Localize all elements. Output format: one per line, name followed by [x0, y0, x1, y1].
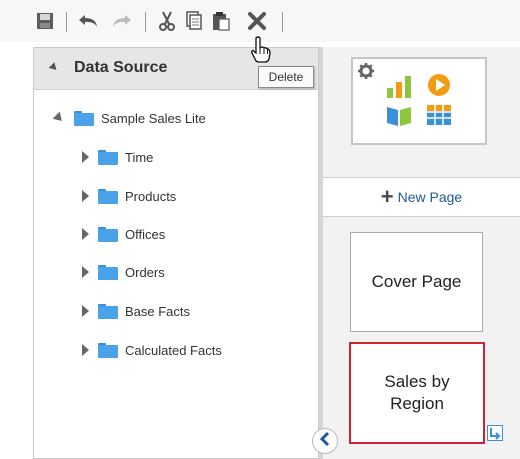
new-page-label: New Page: [397, 189, 463, 205]
chevron-left-icon: [319, 431, 331, 451]
collapsed-triangle-icon[interactable]: [82, 266, 89, 278]
delete-tooltip: Delete: [258, 66, 314, 88]
tree-item-label: Time: [125, 149, 154, 165]
collapsed-triangle-icon[interactable]: [82, 228, 89, 240]
folder-icon: [98, 342, 118, 358]
tree-root-item[interactable]: Sample Sales Lite: [52, 108, 206, 128]
collapse-triangle-icon[interactable]: [48, 62, 60, 73]
expanded-triangle-icon[interactable]: [52, 111, 66, 125]
collapsed-triangle-icon[interactable]: [82, 344, 89, 356]
data-source-panel: Data Source Sample Sales Lite Time Produ…: [33, 47, 319, 459]
toolbar-separator: [145, 12, 146, 32]
resize-corner-icon[interactable]: [487, 425, 503, 441]
folder-icon: [74, 110, 94, 126]
tree-item-offices[interactable]: Offices: [82, 224, 165, 244]
page-thumbnail-sales-by-region[interactable]: Sales by Region: [349, 342, 485, 444]
tree-item-label: Calculated Facts: [125, 342, 222, 358]
folder-icon: [98, 264, 118, 280]
page-thumbnail-label: Cover Page: [371, 272, 462, 291]
save-icon[interactable]: [34, 10, 56, 32]
collapsed-triangle-icon[interactable]: [82, 151, 89, 163]
folder-icon: [98, 188, 118, 204]
page-thumbnail-label: Sales by Region: [384, 372, 450, 413]
delete-icon[interactable]: [246, 10, 268, 32]
toolbar-separator: [66, 12, 67, 32]
hand-cursor-icon: [249, 36, 273, 69]
plus-icon: +: [380, 184, 394, 209]
tree-item-label: Products: [125, 188, 177, 204]
tree-item-orders[interactable]: Orders: [82, 262, 165, 282]
bar-chart-icon: [385, 76, 413, 103]
folder-icon: [98, 303, 118, 319]
tree-item-calculated-facts[interactable]: Calculated Facts: [82, 340, 222, 360]
play-icon: [427, 73, 451, 102]
tree-item-label: Offices: [125, 226, 166, 242]
redo-icon[interactable]: [110, 10, 132, 32]
paste-icon[interactable]: [210, 10, 232, 32]
folder-icon: [98, 226, 118, 242]
undo-icon[interactable]: [78, 10, 100, 32]
gear-icon[interactable]: [357, 62, 375, 85]
book-icon: [385, 105, 413, 132]
tree-root-label: Sample Sales Lite: [101, 110, 206, 126]
toolbar-separator: [282, 12, 283, 32]
collapse-panel-button[interactable]: [312, 428, 338, 454]
pages-pane: + New Page Cover Page Sales by Region: [323, 47, 520, 459]
page-thumbnail-cover[interactable]: Cover Page: [350, 232, 483, 332]
divider: [323, 216, 520, 217]
collapsed-triangle-icon[interactable]: [82, 190, 89, 202]
tree-item-label: Base Facts: [125, 303, 191, 319]
tree-item-label: Orders: [125, 264, 165, 280]
collapsed-triangle-icon[interactable]: [82, 305, 89, 317]
cut-icon[interactable]: [156, 10, 178, 32]
folder-icon: [98, 149, 118, 165]
grid-icon: [427, 105, 451, 130]
tree-item-base-facts[interactable]: Base Facts: [82, 301, 190, 321]
tree-item-time[interactable]: Time: [82, 147, 153, 167]
tree-item-products[interactable]: Products: [82, 186, 176, 206]
template-thumbnail[interactable]: [351, 57, 487, 145]
data-source-title: Data Source: [74, 59, 168, 76]
new-page-button[interactable]: + New Page: [323, 178, 520, 216]
copy-icon[interactable]: [183, 10, 205, 32]
